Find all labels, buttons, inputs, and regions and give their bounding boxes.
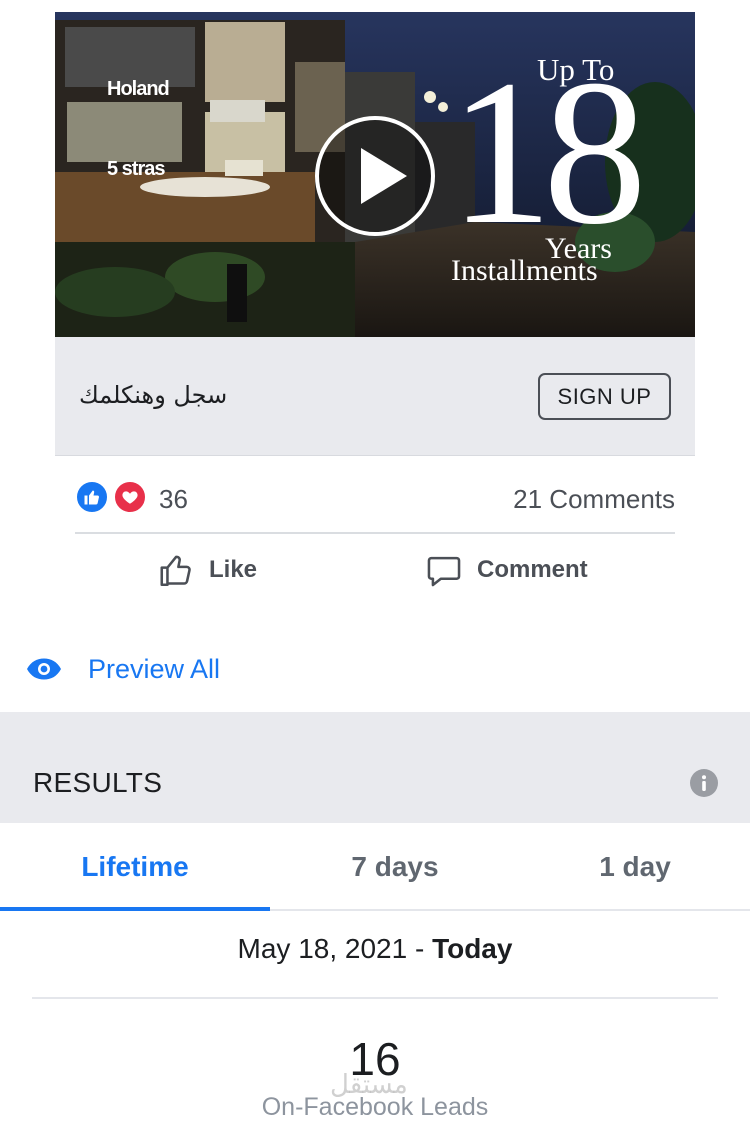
sign-up-button[interactable]: SIGN UP bbox=[538, 373, 671, 420]
storefront-sign-holand: Holand bbox=[107, 78, 170, 100]
reactions-summary[interactable]: 36 21 Comments bbox=[75, 478, 675, 522]
tab-1-day[interactable]: 1 day bbox=[520, 823, 750, 911]
comments-count-link[interactable]: 21 Comments bbox=[513, 484, 675, 515]
like-reaction-icon bbox=[75, 480, 109, 514]
reaction-count: 36 bbox=[159, 484, 188, 514]
ad-preview-card: Holand 5 stras Up To 18 Years Installmen… bbox=[55, 12, 695, 456]
ad-overlay-installments: Installments bbox=[451, 254, 598, 287]
tab-lifetime[interactable]: Lifetime bbox=[0, 823, 270, 911]
ad-call-to-action-bar: سجل وهنكلمك SIGN UP bbox=[55, 337, 695, 456]
comment-bubble-icon bbox=[427, 556, 461, 587]
ad-overlay-number: 18 bbox=[449, 37, 647, 267]
storefront-sign-5-stras: 5 stras bbox=[107, 158, 165, 180]
active-tab-indicator bbox=[0, 907, 270, 911]
engagement-divider bbox=[75, 532, 675, 534]
preview-all-label: Preview All bbox=[88, 653, 221, 684]
thumbs-up-icon bbox=[160, 555, 191, 586]
info-icon[interactable] bbox=[690, 769, 718, 797]
like-button[interactable]: Like bbox=[157, 546, 257, 594]
tab-7-days[interactable]: 7 days bbox=[270, 823, 520, 911]
ad-video-thumbnail[interactable]: Holand 5 stras Up To 18 Years Installmen… bbox=[55, 12, 695, 337]
date-range-end: Today bbox=[432, 933, 513, 964]
results-divider bbox=[32, 997, 718, 999]
results-header: RESULTS bbox=[0, 712, 750, 823]
like-button-label: Like bbox=[209, 556, 258, 583]
eye-icon bbox=[27, 658, 61, 680]
date-range: May 18, 2021 - Today bbox=[0, 933, 750, 965]
date-range-start: May 18, 2021 - bbox=[237, 933, 433, 964]
results-time-tabs: Lifetime 7 days 1 day bbox=[0, 823, 750, 911]
preview-all-link[interactable]: Preview All bbox=[26, 646, 220, 692]
post-actions: Like Comment bbox=[75, 546, 675, 594]
leads-metric-label: On-Facebook Leads bbox=[261, 1093, 489, 1121]
play-icon[interactable] bbox=[313, 114, 437, 238]
love-reaction-icon bbox=[113, 480, 147, 514]
ad-headline: سجل وهنكلمك bbox=[79, 381, 228, 409]
comment-button-label: Comment bbox=[477, 556, 588, 583]
comment-button[interactable]: Comment bbox=[425, 546, 588, 594]
results-title: RESULTS bbox=[33, 767, 163, 798]
